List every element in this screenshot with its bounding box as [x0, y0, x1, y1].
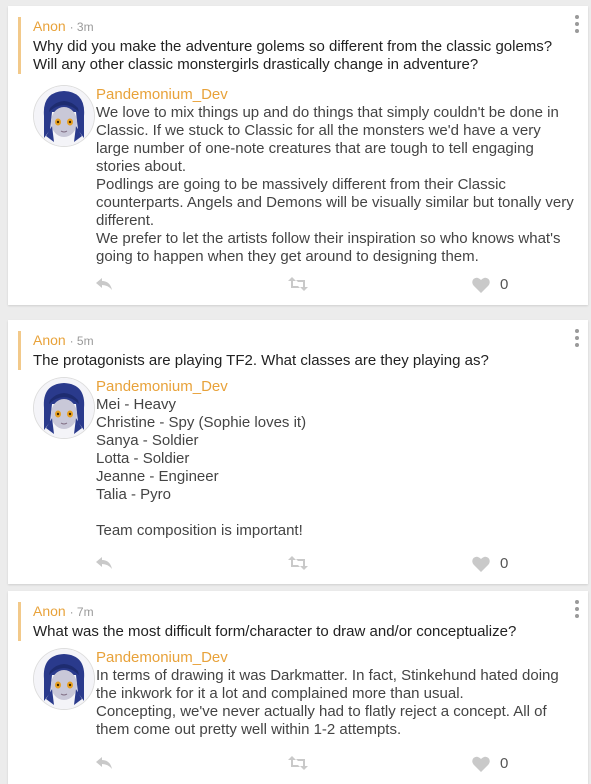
answer-text-block: Pandemonium_Dev In terms of drawing it w…	[96, 649, 574, 739]
retweet-icon[interactable]	[288, 276, 308, 292]
kebab-menu-icon[interactable]	[574, 600, 580, 618]
answer-paragraph: We love to mix things up and do things t…	[96, 104, 559, 175]
answer-block: Pandemonium_Dev In terms of drawing it w…	[34, 649, 574, 739]
timestamp: · 3m	[69, 20, 94, 34]
heart-icon	[472, 756, 490, 772]
answer-line: Jeanne - Engineer	[96, 468, 219, 485]
question-block: Anon · 3m Why did you make the adventure…	[18, 17, 564, 74]
answer-block: Pandemonium_Dev We love to mix things up…	[34, 86, 574, 266]
question-block: Anon · 7m What was the most difficult fo…	[18, 602, 564, 641]
reply-icon[interactable]	[94, 276, 114, 292]
question-author[interactable]: Anon	[33, 603, 66, 619]
answerer-name[interactable]: Pandemonium_Dev	[96, 649, 574, 667]
post-card: Anon · 7m What was the most difficult fo…	[8, 591, 588, 784]
avatar[interactable]	[34, 378, 94, 438]
answer-paragraph: Concepting, we've never actually had to …	[96, 703, 547, 738]
answer-line: Christine - Spy (Sophie loves it)	[96, 414, 307, 431]
question-author[interactable]: Anon	[33, 332, 66, 348]
like-count: 0	[500, 755, 509, 772]
answer-line: Mei - Heavy	[96, 396, 177, 413]
like-count: 0	[500, 276, 509, 293]
question-header: Anon · 7m	[33, 602, 564, 621]
action-bar: 0	[8, 276, 588, 300]
post-card: Anon · 3m Why did you make the adventure…	[8, 6, 588, 305]
like-button[interactable]: 0	[472, 555, 508, 572]
like-button[interactable]: 0	[472, 276, 508, 293]
answer-text-block: Pandemonium_Dev Mei - Heavy Christine - …	[96, 378, 574, 540]
answer-paragraph: In terms of drawing it was Darkmatter. I…	[96, 667, 559, 702]
answerer-name[interactable]: Pandemonium_Dev	[96, 378, 574, 396]
answer-line: Team composition is important!	[96, 522, 303, 539]
answer-blank-line	[96, 504, 574, 522]
retweet-icon[interactable]	[288, 755, 308, 771]
answer-paragraph: We prefer to let the artists follow thei…	[96, 230, 561, 265]
answer-text-block: Pandemonium_Dev We love to mix things up…	[96, 86, 574, 266]
answer-line: Lotta - Soldier	[96, 450, 190, 467]
question-text: What was the most difficult form/charact…	[33, 623, 517, 640]
kebab-menu-icon[interactable]	[574, 15, 580, 33]
answer-paragraph: Podlings are going to be massively diffe…	[96, 176, 574, 229]
answer-body: In terms of drawing it was Darkmatter. I…	[96, 667, 574, 739]
avatar[interactable]	[34, 649, 94, 709]
answerer-name[interactable]: Pandemonium_Dev	[96, 86, 574, 104]
question-header: Anon · 5m	[33, 331, 564, 350]
timestamp: · 7m	[69, 605, 94, 619]
timestamp: · 5m	[69, 334, 94, 348]
heart-icon	[472, 277, 490, 293]
reply-icon[interactable]	[94, 755, 114, 771]
avatar[interactable]	[34, 86, 94, 146]
answer-block: Pandemonium_Dev Mei - Heavy Christine - …	[34, 378, 574, 540]
heart-icon	[472, 556, 490, 572]
reply-icon[interactable]	[94, 555, 114, 571]
action-bar: 0	[8, 755, 588, 779]
question-header: Anon · 3m	[33, 17, 564, 36]
question-block: Anon · 5m The protagonists are playing T…	[18, 331, 564, 370]
question-text: The protagonists are playing TF2. What c…	[33, 352, 489, 369]
answer-line: Sanya - Soldier	[96, 432, 199, 449]
post-card: Anon · 5m The protagonists are playing T…	[8, 320, 588, 584]
answer-body: We love to mix things up and do things t…	[96, 104, 574, 266]
question-author[interactable]: Anon	[33, 18, 66, 34]
retweet-icon[interactable]	[288, 555, 308, 571]
question-text: Why did you make the adventure golems so…	[33, 38, 553, 73]
like-count: 0	[500, 555, 509, 572]
answer-line: Talia - Pyro	[96, 486, 172, 503]
action-bar: 0	[8, 555, 588, 579]
like-button[interactable]: 0	[472, 755, 508, 772]
kebab-menu-icon[interactable]	[574, 329, 580, 347]
answer-body: Mei - Heavy Christine - Spy (Sophie love…	[96, 396, 574, 540]
